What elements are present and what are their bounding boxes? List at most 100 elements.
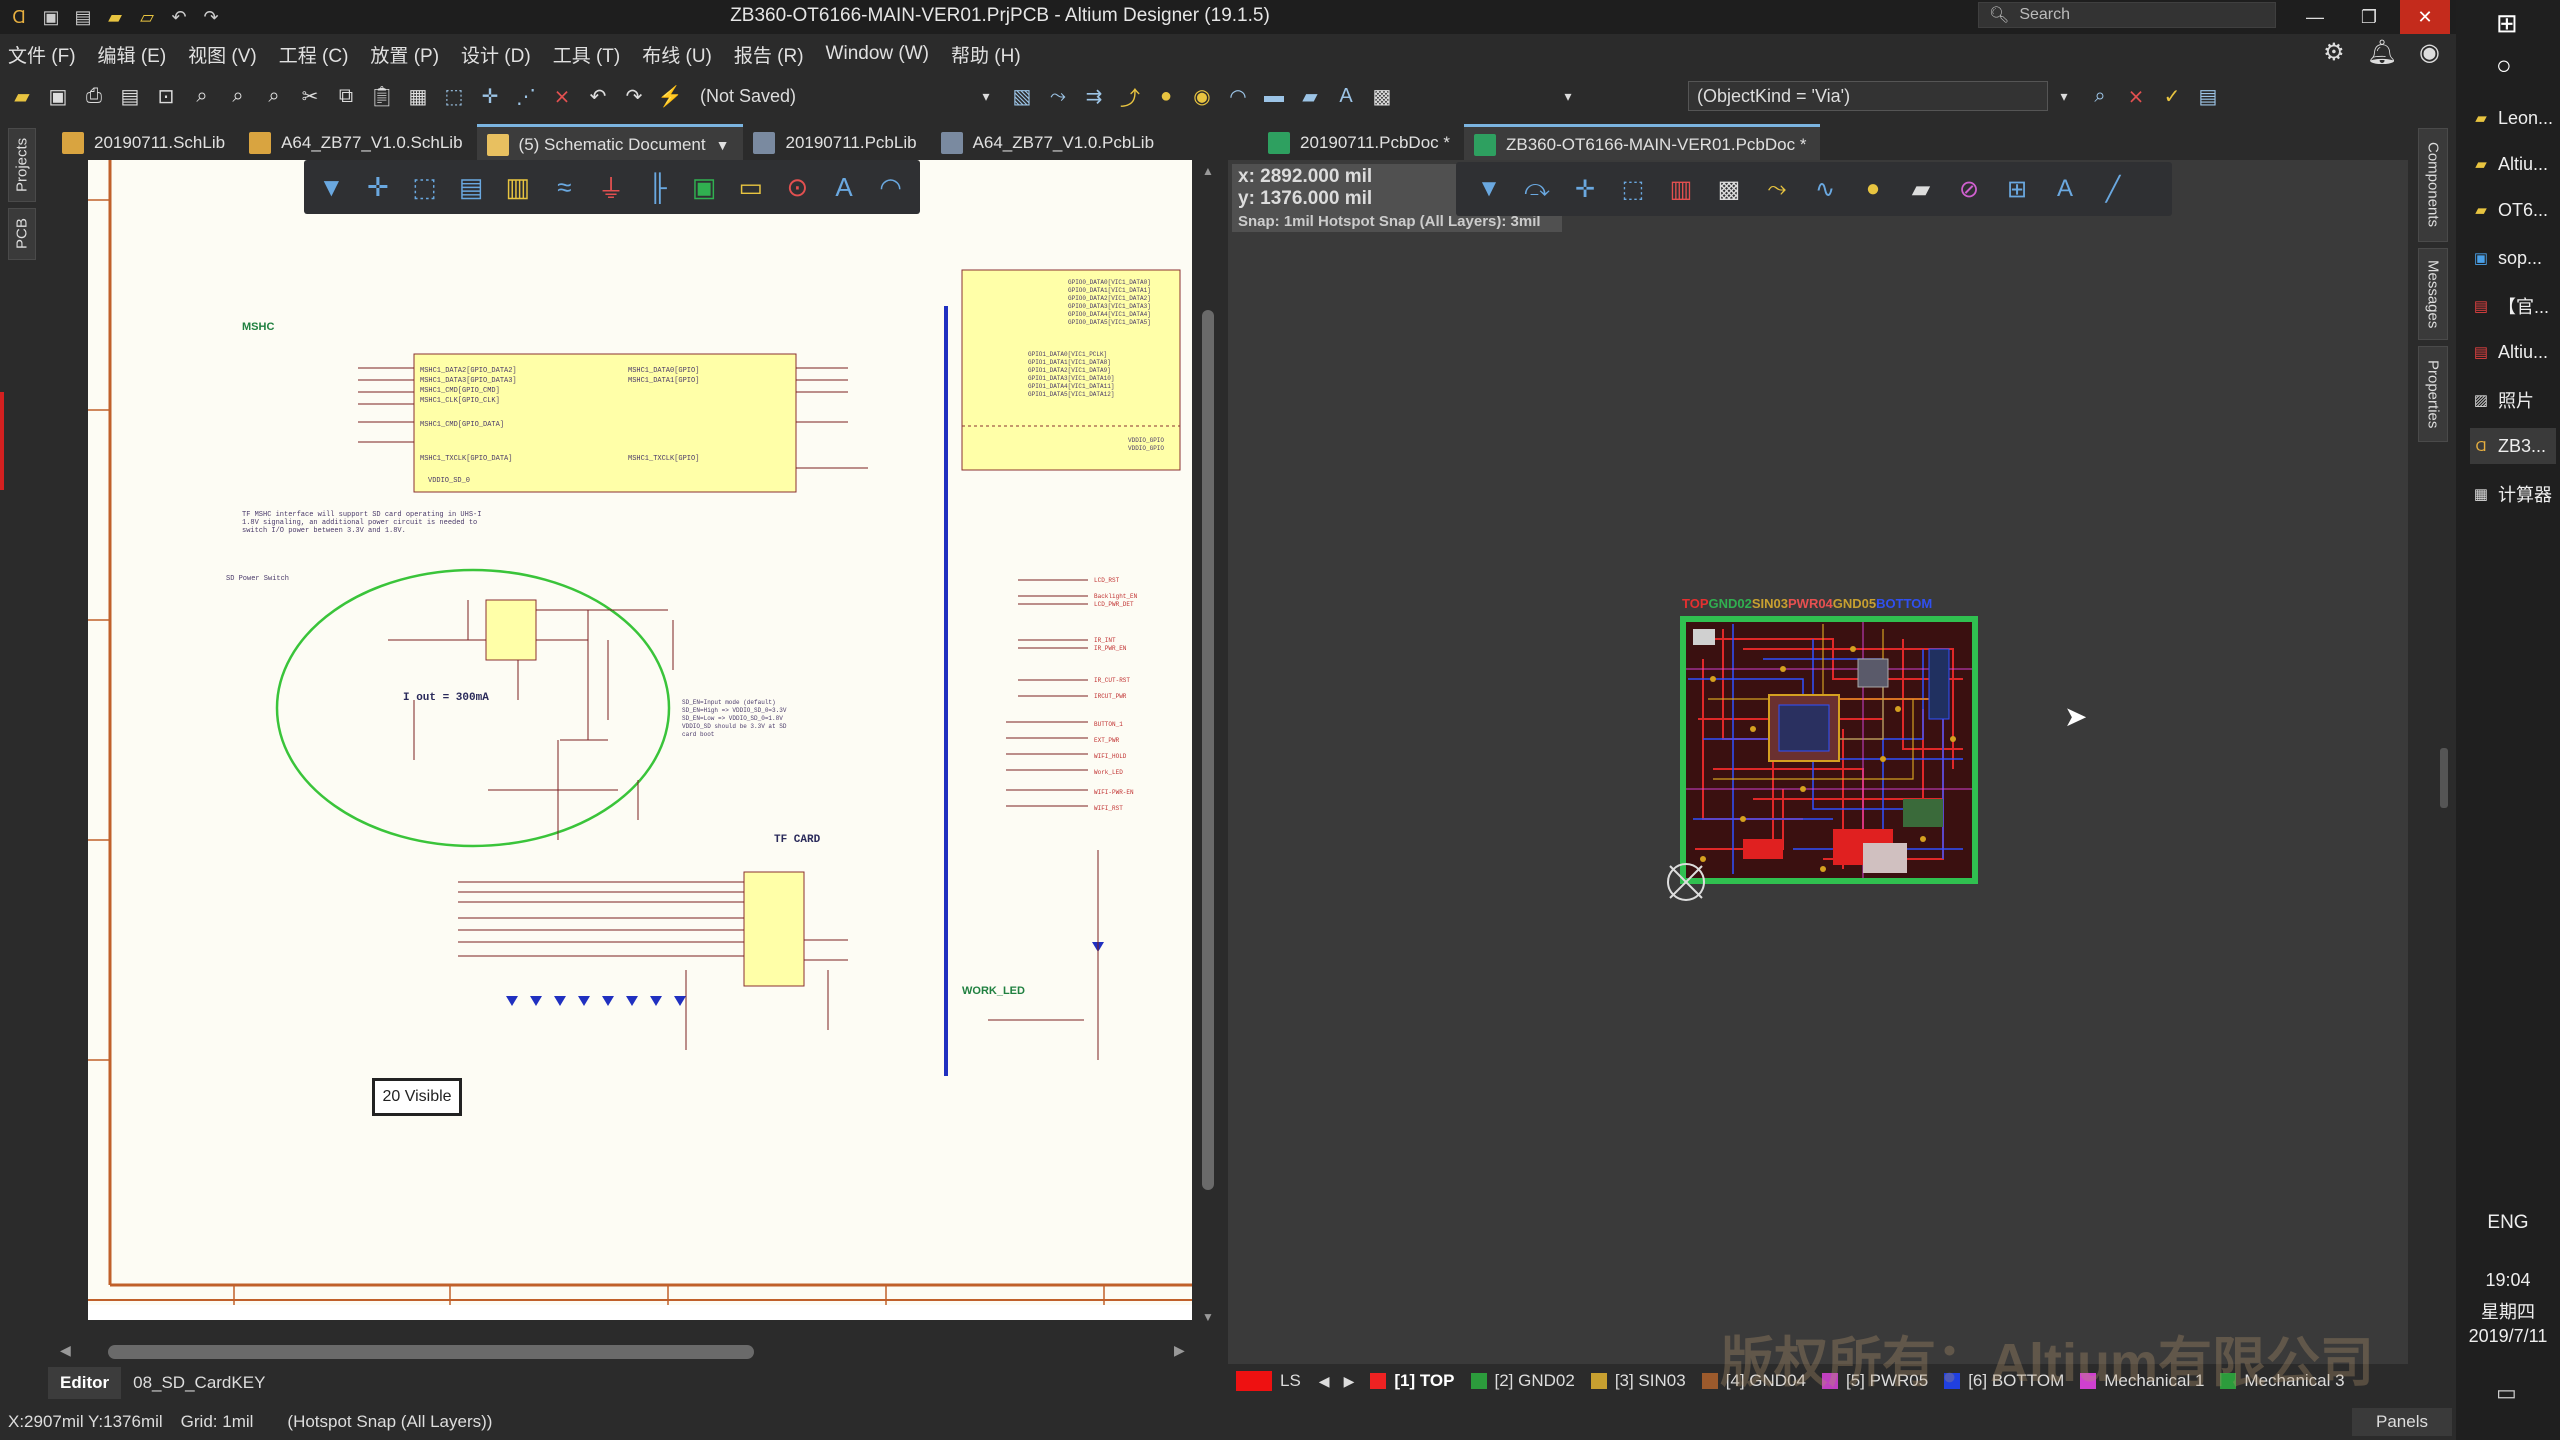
menu-place[interactable]: 放置 (P) [370,41,439,68]
tab-20190711-pcblib[interactable]: 20190711.PcbLib [743,124,930,162]
move-icon[interactable]: ✛ [361,168,396,206]
line-icon[interactable]: ╱ [2094,170,2132,208]
toolbar-dropdown-icon[interactable]: ▾ [1552,80,1584,112]
tab-sheet-sd-card[interactable]: 08_SD_CardKEY [121,1367,277,1399]
layer-next-icon[interactable]: ▶ [1344,1373,1355,1390]
task-item-leon[interactable]: ▰ Leon... [2470,100,2556,136]
task-item-zb3-active[interactable]: Ɑ ZB3... [2470,428,2556,464]
panel-tab-messages[interactable]: Messages [2418,248,2448,340]
text-icon[interactable]: A [1330,80,1362,112]
scroll-down-icon[interactable]: ▼ [1202,1310,1214,1324]
task-item-calculator[interactable]: ▦ 计算器 [2470,476,2556,512]
length-tune-icon[interactable]: ∿ [1806,170,1844,208]
zoom-selected-icon[interactable]: ⌕ [222,80,254,112]
tab-a64-pcblib[interactable]: A64_ZB77_V1.0.PcbLib [931,124,1168,162]
select-area-icon[interactable]: ⬚ [407,168,442,206]
cut-icon[interactable]: ✂ [294,80,326,112]
horizontal-scroll-thumb[interactable] [108,1345,754,1359]
schematic-horizontal-scrollbar[interactable]: ◀ ▶ [54,1340,1194,1364]
pcb-board[interactable] [1680,616,1978,884]
schematic-canvas[interactable]: MSHC1_DATA2[GPIO_DATA2] MSHC1_DATA3[GPIO_… [88,160,1192,1320]
text-icon[interactable]: A [2046,170,2084,208]
zoom-filter-icon[interactable]: ⌕ [258,80,290,112]
filter-dropdown-icon[interactable]: ▾ [2048,80,2080,112]
open-icon[interactable]: ▰ [6,80,38,112]
print-icon[interactable]: ⎙ [78,80,110,112]
sheet-symbol-icon[interactable]: ▣ [687,168,722,206]
menu-view[interactable]: 视图 (V) [188,41,257,68]
clock-weekday[interactable]: 星期四 [2456,1298,2560,1324]
menu-help[interactable]: 帮助 (H) [951,41,1021,68]
text-icon[interactable]: A [827,168,862,206]
save-icon[interactable]: ▣ [42,80,74,112]
power-port-icon[interactable]: ⏚ [594,168,629,206]
scroll-right-icon[interactable]: ▶ [1174,1342,1185,1359]
panels-button[interactable]: Panels [2352,1408,2452,1436]
minimize-button[interactable]: — [2290,0,2340,34]
pad-icon[interactable]: ◉ [1186,80,1218,112]
print-preview-icon[interactable]: ▤ [114,80,146,112]
close-button[interactable]: ✕ [2400,0,2450,34]
diff-pair-icon[interactable]: ⇉ [1078,80,1110,112]
fill-icon[interactable]: ▬ [1258,80,1290,112]
undo-icon[interactable]: ↶ [582,80,614,112]
chevron-down-icon[interactable]: ▼ [716,137,730,153]
settings-gear-icon[interactable]: ⚙ [2323,38,2345,67]
scroll-up-icon[interactable]: ▲ [1202,164,1214,178]
cross-probe-icon[interactable]: ⚡ [654,80,686,112]
menu-reports[interactable]: 报告 (R) [734,41,804,68]
hatch-icon[interactable]: ▧ [1006,80,1038,112]
arc-icon[interactable]: ◠ [873,168,908,206]
task-item-altium-pdf[interactable]: ▤ Altiu... [2470,334,2556,370]
layer-set-ls[interactable]: LS [1280,1371,1301,1391]
component-icon[interactable]: ▩ [1366,80,1398,112]
select-overlap-icon[interactable]: ✓ [2156,80,2188,112]
user-account-icon[interactable]: ◉ [2419,38,2440,67]
clear-filter-icon[interactable]: ⨯ [546,80,578,112]
layer-tab-gnd02[interactable]: [2] GND02 [1495,1371,1575,1391]
filter-query-field[interactable]: (ObjectKind = 'Via') [1688,81,2048,111]
menu-edit[interactable]: 编辑 (E) [98,41,167,68]
panel-tab-pcb[interactable]: PCB [8,208,36,260]
tab-20190711-pcbdoc[interactable]: 20190711.PcbDoc * [1258,124,1464,162]
panel-tab-projects[interactable]: Projects [8,128,36,202]
rubber-stamp-icon[interactable]: ▦ [402,80,434,112]
interactive-route-icon[interactable]: ⤳ [1758,170,1796,208]
wire-icon[interactable]: ≈ [547,168,582,206]
bus-icon[interactable]: ╟ [640,168,675,206]
tab-main-pcbdoc[interactable]: ZB360-OT6166-MAIN-VER01.PcbDoc * [1464,124,1821,162]
multi-route-icon[interactable]: ⤴ [1114,80,1146,112]
redo-icon[interactable]: ↷ [618,80,650,112]
layer-tab-top[interactable]: [1] TOP [1394,1371,1454,1391]
filter-icon[interactable]: ▼ [314,168,349,206]
copy-icon[interactable]: ⧉ [330,80,362,112]
tab-schematic-group[interactable]: (5) Schematic Document ▼ [476,124,744,162]
zoom-area-icon[interactable]: ⌕ [186,80,218,112]
via-pad-icon[interactable]: ● [1854,170,1892,208]
layer-set-icon[interactable]: ▤ [2192,80,2224,112]
align-icon[interactable]: ▥ [1662,170,1700,208]
clear-filter-icon-2[interactable]: ⨯ [2120,80,2152,112]
select-area-icon[interactable]: ⬚ [1614,170,1652,208]
notifications-bell-icon[interactable]: 🔔︎ [2367,38,2397,67]
layer-prev-icon[interactable]: ◀ [1319,1373,1330,1390]
keepout-icon[interactable]: ⊘ [1950,170,1988,208]
tab-a64-schlib[interactable]: A64_ZB77_V1.0.SchLib [239,124,476,162]
task-item-altium-folder[interactable]: ▰ Altiu... [2470,146,2556,182]
schematic-vertical-scrollbar[interactable]: ▲ ▼ [1196,160,1220,1330]
task-item-sop[interactable]: ▣ sop... [2470,240,2556,276]
clock-time[interactable]: 19:04 [2456,1270,2560,1291]
windows-start-icon[interactable]: ⊞ [2496,8,2518,39]
deselect-icon[interactable]: ⋰ [510,80,542,112]
via-icon[interactable]: ● [1150,80,1182,112]
panel-tab-components[interactable]: Components [2418,128,2448,242]
clock-date[interactable]: 2019/7/11 [2456,1326,2560,1347]
task-item-ot6[interactable]: ▰ OT6... [2470,192,2556,228]
language-indicator[interactable]: ENG [2456,1212,2560,1234]
restore-button[interactable]: ❐ [2344,0,2394,34]
tab-20190711-schlib[interactable]: 20190711.SchLib [52,124,239,162]
select-area-icon[interactable]: ⬚ [438,80,470,112]
zoom-fit-icon[interactable]: ⊡ [150,80,182,112]
directive-icon[interactable]: ⊙ [780,168,815,206]
menu-route[interactable]: 布线 (U) [642,41,712,68]
